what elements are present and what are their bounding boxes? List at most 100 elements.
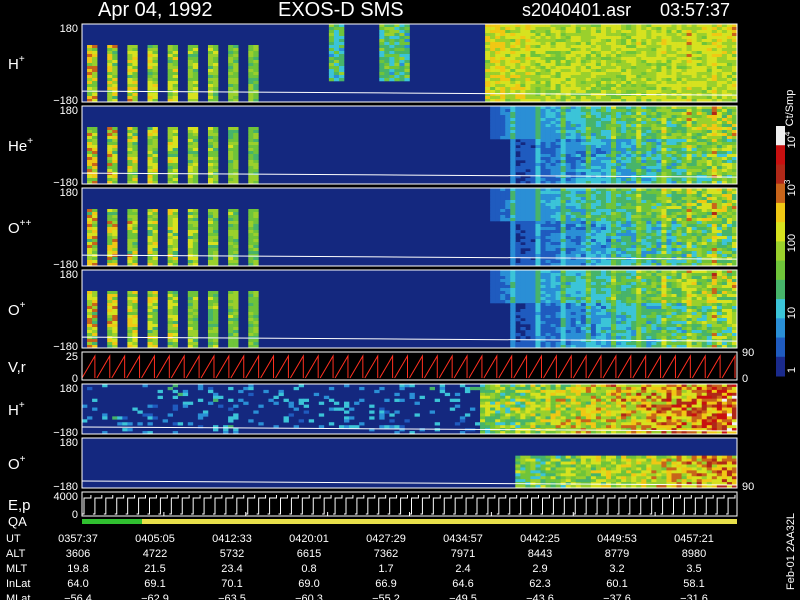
data-cell [666, 169, 672, 173]
data-cell [520, 133, 526, 137]
data-cell [585, 169, 592, 173]
data-cell [495, 121, 501, 125]
data-cell [696, 191, 703, 195]
data-cell [711, 151, 718, 155]
data-cell [253, 212, 259, 216]
data-cell [651, 148, 657, 152]
data-cell [706, 157, 713, 161]
data-cell [192, 245, 199, 249]
data-cell [87, 297, 93, 301]
data-cell [686, 154, 692, 158]
data-cell [490, 72, 496, 76]
data-cell [535, 112, 541, 116]
data-cell [233, 57, 239, 61]
data-cell [510, 166, 516, 170]
data-cell [590, 63, 597, 67]
data-cell [641, 221, 647, 225]
data-cell [681, 39, 687, 43]
data-cell [701, 84, 708, 88]
data-cell [600, 245, 607, 249]
data-cell [555, 39, 561, 43]
data-cell [716, 239, 723, 243]
data-cell [233, 45, 239, 49]
data-cell [560, 154, 566, 158]
data-cell [545, 136, 551, 140]
data-cell [570, 42, 577, 46]
data-cell [691, 112, 697, 116]
data-cell [631, 109, 637, 113]
data-cell [233, 248, 239, 252]
data-cell [666, 30, 672, 34]
data-cell [575, 260, 582, 264]
data-cell [575, 194, 582, 198]
data-cell [560, 242, 566, 246]
data-cell [167, 175, 173, 179]
data-cell [510, 130, 516, 134]
data-cell [646, 148, 652, 152]
data-cell [172, 45, 179, 49]
data-cell [726, 194, 733, 198]
data-cell [570, 45, 577, 49]
data-cell [500, 90, 506, 94]
data-cell [525, 160, 531, 164]
data-cell [616, 209, 622, 213]
data-cell [87, 309, 93, 313]
data-cell [661, 109, 667, 113]
data-cell [565, 239, 572, 243]
data-cell [510, 245, 516, 249]
data-cell [716, 206, 723, 210]
data-cell [540, 124, 546, 128]
data-cell [726, 84, 733, 88]
data-cell [626, 54, 632, 58]
data-cell [646, 212, 652, 216]
data-cell [666, 163, 672, 167]
data-cell [399, 42, 405, 46]
data-cell [515, 81, 521, 85]
data-cell [152, 215, 158, 219]
data-cell [187, 242, 194, 246]
data-cell [686, 36, 692, 40]
data-cell [716, 163, 723, 167]
data-cell [525, 203, 531, 207]
data-cell [127, 96, 133, 100]
data-cell [616, 115, 622, 119]
data-cell [656, 227, 662, 231]
data-cell [167, 145, 173, 149]
data-cell [606, 151, 612, 155]
data-cell [666, 63, 672, 67]
data-cell [520, 166, 526, 170]
data-cell [495, 75, 501, 79]
data-cell [580, 148, 587, 152]
data-cell [87, 227, 93, 231]
data-cell [565, 227, 572, 231]
data-cell [535, 121, 541, 125]
data-cell [555, 136, 561, 140]
data-cell [595, 206, 602, 210]
data-cell [676, 96, 682, 100]
data-cell [87, 330, 93, 334]
data-cell [495, 72, 501, 76]
data-cell [651, 45, 657, 49]
data-cell [399, 57, 405, 61]
data-cell [187, 239, 194, 243]
data-cell [147, 245, 153, 249]
data-cell [636, 212, 642, 216]
data-cell [253, 154, 259, 158]
data-cell [253, 139, 259, 143]
data-cell [92, 209, 98, 213]
data-cell [701, 63, 708, 67]
data-cell [641, 66, 647, 70]
data-cell [550, 90, 556, 94]
data-cell [147, 142, 153, 146]
data-cell [641, 148, 647, 152]
data-cell [671, 169, 677, 173]
data-cell [515, 245, 521, 249]
data-cell [379, 30, 385, 34]
data-cell [570, 236, 577, 240]
data-cell [394, 30, 400, 34]
data-cell [87, 300, 93, 304]
data-cell [595, 145, 602, 149]
data-cell [646, 224, 652, 228]
data-cell [676, 87, 682, 91]
data-cell [328, 33, 335, 37]
